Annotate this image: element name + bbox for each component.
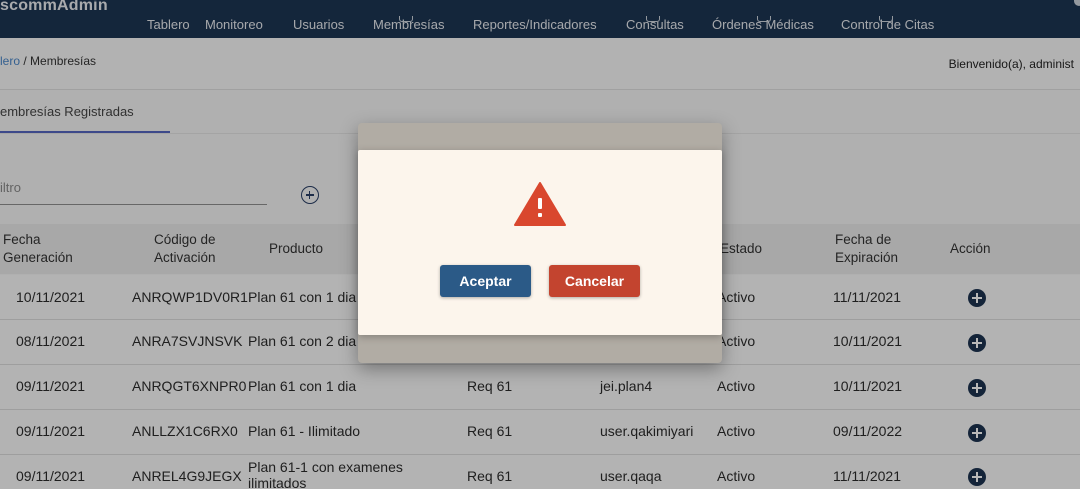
confirm-dialog	[358, 150, 722, 335]
accept-button[interactable]: Aceptar	[440, 265, 531, 297]
warning-triangle-icon	[514, 182, 566, 226]
cancel-button[interactable]: Cancelar	[549, 265, 640, 297]
